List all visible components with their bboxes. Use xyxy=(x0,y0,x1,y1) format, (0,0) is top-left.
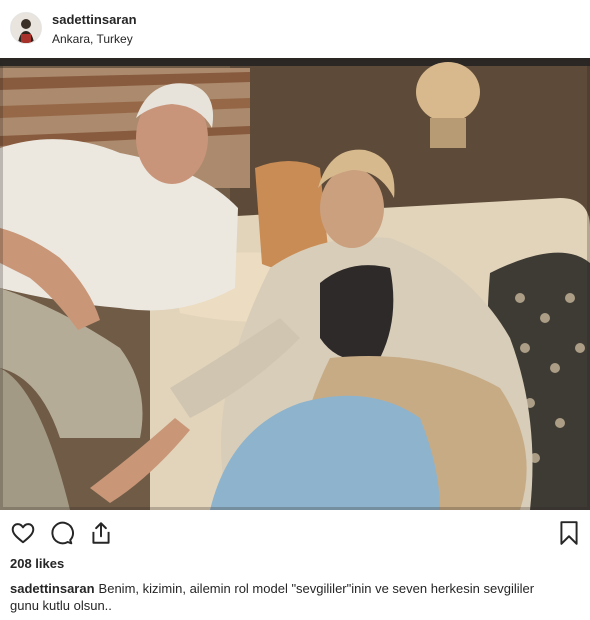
location-link[interactable]: Ankara, Turkey xyxy=(52,32,133,46)
caption-text-line2: gunu kutlu olsun.. xyxy=(10,598,112,613)
post-caption: sadettinsaran Benim, kizimin, ailemin rol… xyxy=(10,580,580,614)
post-header: sadettinsaran Ankara, Turkey xyxy=(0,0,590,56)
share-upload-icon[interactable] xyxy=(88,520,114,546)
post-photo[interactable] xyxy=(0,58,590,510)
vintage-couple-photo xyxy=(0,58,590,510)
bookmark-icon[interactable] xyxy=(558,520,584,546)
likes-count[interactable]: 208 likes xyxy=(10,556,64,571)
caption-text-line1: Benim, kizimin, ailemin rol model "sevgi… xyxy=(98,581,535,596)
speech-bubble-icon[interactable] xyxy=(48,520,74,546)
heart-outline-icon[interactable] xyxy=(10,520,36,546)
caption-username[interactable]: sadettinsaran xyxy=(10,581,95,596)
profile-avatar[interactable] xyxy=(10,12,42,44)
post-actions xyxy=(0,512,590,552)
username-link[interactable]: sadettinsaran xyxy=(52,12,137,27)
